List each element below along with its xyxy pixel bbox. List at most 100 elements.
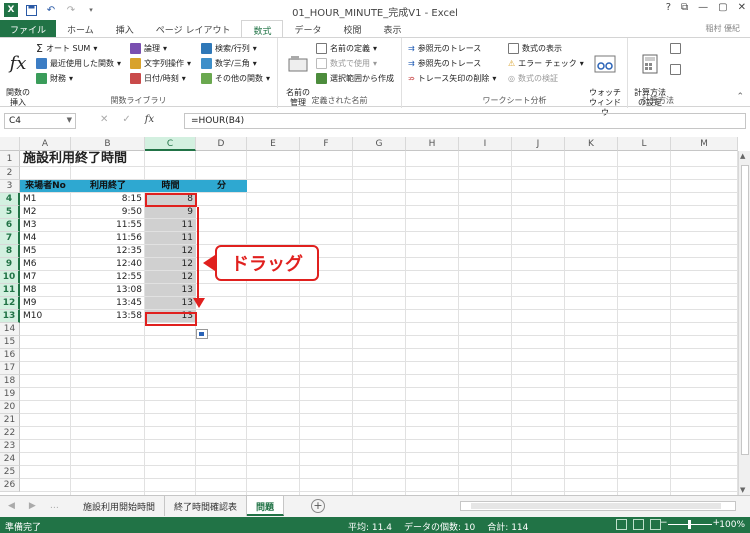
column-header-e[interactable]: E [247,137,300,151]
row-header[interactable]: 1 [0,151,20,167]
remove-arrows-button[interactable]: ⇏ トレース矢印の削除 ▾ [408,71,496,85]
column-header-j[interactable]: J [512,137,565,151]
cell-visitor-no[interactable]: M8 [20,284,71,296]
row-header[interactable]: 10 [0,271,20,284]
scroll-down-icon[interactable]: ▼ [740,486,745,494]
vertical-scroll-thumb[interactable] [741,165,749,455]
row-header[interactable]: 11 [0,284,20,297]
autofill-options-icon[interactable] [196,329,208,339]
cell-end-time[interactable]: 13:08 [71,284,145,296]
tab-data[interactable]: データ [283,20,332,37]
collapse-ribbon-icon[interactable]: ⌃ [736,92,744,102]
show-formulas-button[interactable]: 数式の表示 [508,41,562,55]
watch-window-button[interactable]: ウォッチ ウィンドウ [586,42,624,118]
user-account[interactable]: 稲村 優紀 [695,20,750,37]
logical-button[interactable]: 論理 ▾ [130,41,167,55]
row-header[interactable]: 21 [0,414,20,427]
horizontal-scroll-thumb[interactable] [471,503,721,509]
column-header-m[interactable]: M [671,137,738,151]
row-header[interactable]: 12 [0,297,20,310]
row-header[interactable]: 4 [0,193,20,206]
column-header-c[interactable]: C [145,137,196,151]
math-button[interactable]: 数学/三角 ▾ [201,56,257,70]
recent-functions-button[interactable]: 最近使用した関数 ▾ [36,56,121,70]
zoom-out-icon[interactable]: − [660,518,668,528]
cell-hour[interactable]: 9 [145,206,196,218]
zoom-slider[interactable]: − + [660,518,720,530]
row-header[interactable]: 6 [0,219,20,232]
cell-visitor-no[interactable]: M4 [20,232,71,244]
column-header-h[interactable]: H [406,137,459,151]
row-header[interactable]: 25 [0,466,20,479]
cell-visitor-no[interactable]: M2 [20,206,71,218]
column-header-i[interactable]: I [459,137,512,151]
trace-precedents-button[interactable]: ⇉ 参照元のトレース [408,41,481,55]
ribbon-display-icon[interactable]: ⧉ [681,2,688,13]
cell-end-time[interactable]: 9:50 [71,206,145,218]
error-checking-button[interactable]: ⚠ エラー チェック ▾ [508,56,584,70]
row-header[interactable]: 2 [0,167,20,180]
tab-home[interactable]: ホーム [56,20,105,37]
datetime-button[interactable]: 日付/時刻 ▾ [130,71,186,85]
row-header[interactable]: 13 [0,310,20,323]
row-header[interactable]: 8 [0,245,20,258]
formula-input[interactable]: =HOUR(B4) [184,113,746,129]
row-header[interactable]: 17 [0,362,20,375]
column-header-f[interactable]: F [300,137,353,151]
row-header[interactable]: 16 [0,349,20,362]
cell-hour[interactable]: 11 [145,219,196,231]
cell-hour[interactable]: 13 [145,297,196,309]
zoom-knob[interactable] [688,520,691,529]
cell-end-time[interactable]: 12:40 [71,258,145,270]
cell-visitor-no[interactable]: M5 [20,245,71,257]
text-button[interactable]: 文字列操作 ▾ [130,56,191,70]
lookup-button[interactable]: 検索/行列 ▾ [201,41,257,55]
cell-end-time[interactable]: 13:58 [71,310,145,322]
cell-hour[interactable]: 13 [145,284,196,296]
cell-hour[interactable]: 12 [145,258,196,270]
column-header-l[interactable]: L [618,137,671,151]
financial-button[interactable]: 財務 ▾ [36,71,73,85]
row-header[interactable]: 5 [0,206,20,219]
cell-end-time[interactable]: 12:55 [71,271,145,283]
row-header[interactable]: 23 [0,440,20,453]
sheet-title-cell[interactable]: 施設利用終了時間 [20,151,220,167]
row-header[interactable]: 15 [0,336,20,349]
cell-hour[interactable]: 12 [145,271,196,283]
vertical-scrollbar[interactable]: ▲ ▼ [738,151,750,495]
select-all-corner[interactable] [0,137,20,151]
row-header[interactable]: 7 [0,232,20,245]
cell-end-time[interactable]: 8:15 [71,193,145,205]
row-header[interactable]: 26 [0,479,20,492]
maximize-icon[interactable]: ▢ [718,2,727,13]
column-header-k[interactable]: K [565,137,618,151]
row-header[interactable]: 3 [0,180,20,193]
cell-end-time[interactable]: 11:55 [71,219,145,231]
cell-end-time[interactable]: 12:35 [71,245,145,257]
header-cell-no[interactable]: 来場者No [20,180,71,192]
insert-function-icon[interactable]: fx [145,114,154,125]
cancel-icon[interactable]: ✕ [100,114,108,125]
scroll-up-icon[interactable]: ▲ [740,152,745,160]
more-functions-button[interactable]: その他の関数 ▾ [201,71,270,85]
column-header-b[interactable]: B [71,137,145,151]
page-layout-view-icon[interactable] [633,519,644,530]
tab-insert[interactable]: 挿入 [105,20,145,37]
tab-page-layout[interactable]: ページ レイアウト [145,20,242,37]
sheet-tab-start-time[interactable]: 施設利用開始時間 [74,496,166,516]
row-header[interactable]: 22 [0,427,20,440]
cell-visitor-no[interactable]: M6 [20,258,71,270]
close-icon[interactable]: ✕ [738,2,746,13]
define-name-button[interactable]: 名前の定義 ▾ [316,41,377,55]
minimize-icon[interactable]: — [698,2,708,13]
cell-visitor-no[interactable]: M10 [20,310,71,322]
row-header[interactable]: 20 [0,401,20,414]
tab-formulas[interactable]: 数式 [241,20,284,37]
prev-sheet-icon[interactable]: ◀ [8,501,15,511]
enter-icon[interactable]: ✓ [122,114,130,125]
row-header[interactable]: 18 [0,375,20,388]
add-sheet-button[interactable]: + [311,499,325,513]
tab-view[interactable]: 表示 [373,20,413,37]
cell-end-time[interactable]: 13:45 [71,297,145,309]
more-sheets-icon[interactable]: … [50,501,59,511]
